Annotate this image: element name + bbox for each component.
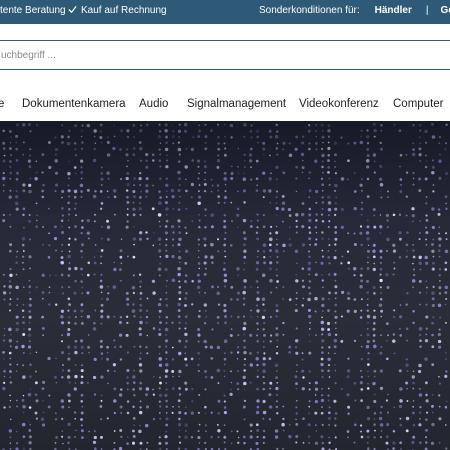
benefit-invoice: Kauf auf Rechnung <box>68 5 167 16</box>
check-icon <box>68 5 77 14</box>
dealer-link[interactable]: Händler <box>375 5 412 16</box>
nav-item-audio[interactable]: Audio <box>139 98 168 110</box>
top-info-bar: tente Beratung Kauf auf Rechnung Sonderk… <box>0 0 450 24</box>
benefit-consulting-label: tente Beratung <box>0 5 66 16</box>
special-conditions: Sonderkonditionen für: Händler | Ges <box>259 5 450 16</box>
benefit-invoice-label: Kauf auf Rechnung <box>81 5 167 16</box>
hero-banner <box>0 121 450 450</box>
nav-item-partial[interactable]: e <box>0 98 4 110</box>
special-conditions-label: Sonderkonditionen für: <box>259 5 360 16</box>
nav-item-dokumentenkamera[interactable]: Dokumentenkamera <box>22 98 126 110</box>
category-nav: e Dokumentenkamera Audio Signalmanagemen… <box>0 90 450 120</box>
nav-item-computer[interactable]: Computer <box>393 98 444 110</box>
dot-matrix-graphic <box>0 121 450 450</box>
nav-item-signalmanagement[interactable]: Signalmanagement <box>187 98 286 110</box>
separator: | <box>425 5 429 16</box>
benefit-consulting: tente Beratung <box>0 5 66 16</box>
search-box[interactable] <box>0 40 450 70</box>
search-input[interactable] <box>1 41 441 69</box>
business-link[interactable]: Ges <box>440 5 450 16</box>
nav-item-videokonferenz[interactable]: Videokonferenz <box>299 98 379 110</box>
